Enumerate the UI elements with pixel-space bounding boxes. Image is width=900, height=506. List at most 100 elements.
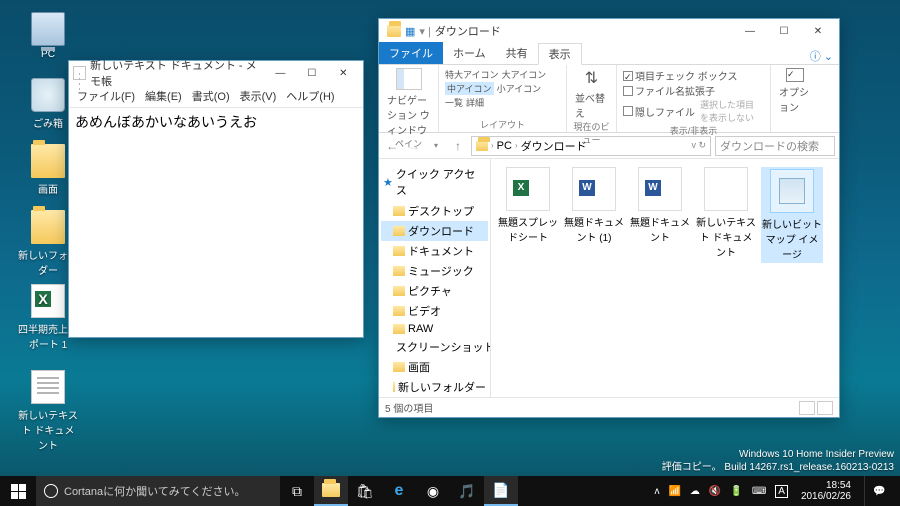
tree-screen[interactable]: 画面 xyxy=(381,357,488,377)
quick-access-toolbar: ▦ ▾ | xyxy=(383,25,435,38)
explorer-titlebar[interactable]: ▦ ▾ | ダウンロード — ☐ ✕ xyxy=(379,19,839,43)
tray-battery-icon[interactable]: 🔋 xyxy=(730,486,742,497)
windows-logo-icon xyxy=(11,484,26,499)
tray-keyboard-icon[interactable]: ⌨ xyxy=(752,486,766,497)
view-icons-button[interactable] xyxy=(817,401,833,415)
qat-new-icon[interactable]: ▾ | xyxy=(419,25,430,38)
word-file-icon xyxy=(638,167,682,211)
notepad-textarea[interactable]: あめんぼあかいなあいうえお xyxy=(69,107,363,337)
minimize-button[interactable]: — xyxy=(265,61,296,85)
status-count: 5 個の項目 xyxy=(385,400,433,415)
tray-up-icon[interactable]: ʌ xyxy=(654,486,659,497)
close-button[interactable]: ✕ xyxy=(801,19,835,43)
nav-up-button[interactable]: ↑ xyxy=(449,137,467,155)
notepad-icon xyxy=(73,66,86,80)
tree-desktop[interactable]: デスクトップ xyxy=(381,201,488,221)
tray-volume-icon[interactable]: 🔇 xyxy=(709,486,721,497)
hide-selected-button: 選択した項目を表示しない xyxy=(698,98,764,124)
taskbar[interactable]: Cortanaに何か聞いてみてください。 ⧉ 🛍 e ◉ 🎵 📄 ʌ 📶 ☁ 🔇… xyxy=(0,476,900,506)
minimize-button[interactable]: — xyxy=(733,19,767,43)
nav-fwd-button[interactable]: → xyxy=(405,137,423,155)
action-center-button[interactable]: 💬 xyxy=(864,476,894,506)
file-list[interactable]: 無題スプレッドシート 無題ドキュメント (1) 無題ドキュメント 新しいテキスト… xyxy=(491,159,839,397)
nav-tree[interactable]: ★クイック アクセス デスクトップ ダウンロード ドキュメント ミュージック ピ… xyxy=(379,159,491,397)
menu-edit[interactable]: 編集(E) xyxy=(141,86,186,106)
notepad-menubar: ファイル(F) 編集(E) 書式(O) 表示(V) ヘルプ(H) xyxy=(69,85,363,107)
taskbar-notepad[interactable]: 📄 xyxy=(484,476,518,506)
tab-share[interactable]: 共有 xyxy=(496,42,538,64)
system-tray[interactable]: ʌ 📶 ☁ 🔇 🔋 ⌨ A 18:542016/02/26 💬 xyxy=(648,476,900,506)
breadcrumb-pc[interactable]: PC xyxy=(497,140,512,152)
maximize-button[interactable]: ☐ xyxy=(296,61,327,85)
file-item[interactable]: 無題ドキュメント (1) xyxy=(563,167,625,263)
tree-screenshots[interactable]: スクリーンショット xyxy=(381,337,488,357)
folder-icon xyxy=(31,144,65,178)
layout-options[interactable]: 特大アイコン大アイコン 中アイコン小アイコン 一覧詳細 xyxy=(445,68,560,109)
menu-format[interactable]: 書式(O) xyxy=(188,86,234,106)
folder-icon xyxy=(31,210,65,244)
address-bar: ← → ▾ ↑ › PC › ダウンロード v ↻ ダウンロードの検索 xyxy=(379,133,839,159)
maximize-button[interactable]: ☐ xyxy=(767,19,801,43)
desktop-icon-txt[interactable]: 新しいテキスト ドキュメント xyxy=(18,370,78,452)
tree-documents[interactable]: ドキュメント xyxy=(381,241,488,261)
file-item-selected[interactable]: 新しいビットマップ イメージ xyxy=(761,167,823,263)
notepad-title: 新しいテキスト ドキュメント - メモ帳 xyxy=(90,57,264,89)
tree-raw[interactable]: RAW xyxy=(381,321,488,337)
tab-view[interactable]: 表示 xyxy=(538,43,582,65)
navpane-icon xyxy=(396,68,422,90)
tray-onedrive-icon[interactable]: ☁ xyxy=(690,486,700,497)
file-item[interactable]: 無題ドキュメント xyxy=(629,167,691,263)
desktop-icon-pc[interactable]: PC xyxy=(18,12,78,60)
sort-button[interactable]: ⇅ 並べ替え xyxy=(573,68,610,120)
file-item[interactable]: 新しいテキスト ドキュメント xyxy=(695,167,757,263)
cortana-search[interactable]: Cortanaに何か聞いてみてください。 xyxy=(36,476,280,506)
close-button[interactable]: ✕ xyxy=(328,61,359,85)
group-layout: レイアウト xyxy=(445,118,560,131)
ribbon-help-icon[interactable]: ⓘ ⌄ xyxy=(804,48,839,64)
word-file-icon xyxy=(572,167,616,211)
start-button[interactable] xyxy=(0,476,36,506)
taskbar-chrome[interactable]: ◉ xyxy=(416,476,450,506)
menu-file[interactable]: ファイル(F) xyxy=(73,86,139,106)
tree-downloads[interactable]: ダウンロード xyxy=(381,221,488,241)
explorer-window[interactable]: ▦ ▾ | ダウンロード — ☐ ✕ ファイル ホーム 共有 表示 ⓘ ⌄ ナビ… xyxy=(378,18,840,418)
tree-music[interactable]: ミュージック xyxy=(381,261,488,281)
search-input[interactable]: ダウンロードの検索 xyxy=(715,136,835,156)
qat-props-icon[interactable]: ▦ xyxy=(405,25,415,38)
text-file-icon xyxy=(31,370,65,404)
ribbon-tabs: ファイル ホーム 共有 表示 ⓘ ⌄ xyxy=(379,43,839,65)
view-details-button[interactable] xyxy=(799,401,815,415)
breadcrumb-downloads[interactable]: ダウンロード xyxy=(521,138,587,154)
taskbar-store[interactable]: 🛍 xyxy=(348,476,382,506)
text-file-icon xyxy=(704,167,748,211)
taskbar-edge[interactable]: e xyxy=(382,476,416,506)
check-item-boxes[interactable]: 項目チェック ボックス xyxy=(623,68,764,83)
menu-view[interactable]: 表示(V) xyxy=(236,86,281,106)
tree-newfolder[interactable]: 新しいフォルダー xyxy=(381,377,488,397)
tree-videos[interactable]: ビデオ xyxy=(381,301,488,321)
tab-home[interactable]: ホーム xyxy=(443,42,496,64)
menu-help[interactable]: ヘルプ(H) xyxy=(282,86,338,106)
tray-wifi-icon[interactable]: 📶 xyxy=(668,486,680,497)
taskbar-explorer[interactable] xyxy=(314,476,348,506)
tray-ime-icon[interactable]: A xyxy=(775,485,788,498)
address-field[interactable]: › PC › ダウンロード v ↻ xyxy=(471,136,711,156)
pc-icon xyxy=(31,12,65,46)
taskbar-mediaplayer[interactable]: 🎵 xyxy=(450,476,484,506)
check-extensions[interactable]: ファイル名拡張子 xyxy=(623,83,764,98)
navpane-button[interactable]: ナビゲーション ウィンドウ xyxy=(385,68,432,137)
task-view-button[interactable]: ⧉ xyxy=(280,476,314,506)
explorer-title: ダウンロード xyxy=(435,23,501,39)
nav-recent-button[interactable]: ▾ xyxy=(427,137,445,155)
file-item[interactable]: 無題スプレッドシート xyxy=(497,167,559,263)
notepad-window[interactable]: 新しいテキスト ドキュメント - メモ帳 — ☐ ✕ ファイル(F) 編集(E)… xyxy=(68,60,364,338)
options-button[interactable]: オプション xyxy=(777,68,813,114)
nav-back-button[interactable]: ← xyxy=(383,137,401,155)
tray-clock[interactable]: 18:542016/02/26 xyxy=(797,480,855,502)
tree-quick-access[interactable]: ★クイック アクセス xyxy=(381,163,488,201)
check-hidden[interactable]: 隠しファイル xyxy=(623,104,695,119)
tab-file[interactable]: ファイル xyxy=(379,42,443,64)
notepad-titlebar[interactable]: 新しいテキスト ドキュメント - メモ帳 — ☐ ✕ xyxy=(69,61,363,85)
tree-pictures[interactable]: ピクチャ xyxy=(381,281,488,301)
folder-icon xyxy=(322,483,340,497)
